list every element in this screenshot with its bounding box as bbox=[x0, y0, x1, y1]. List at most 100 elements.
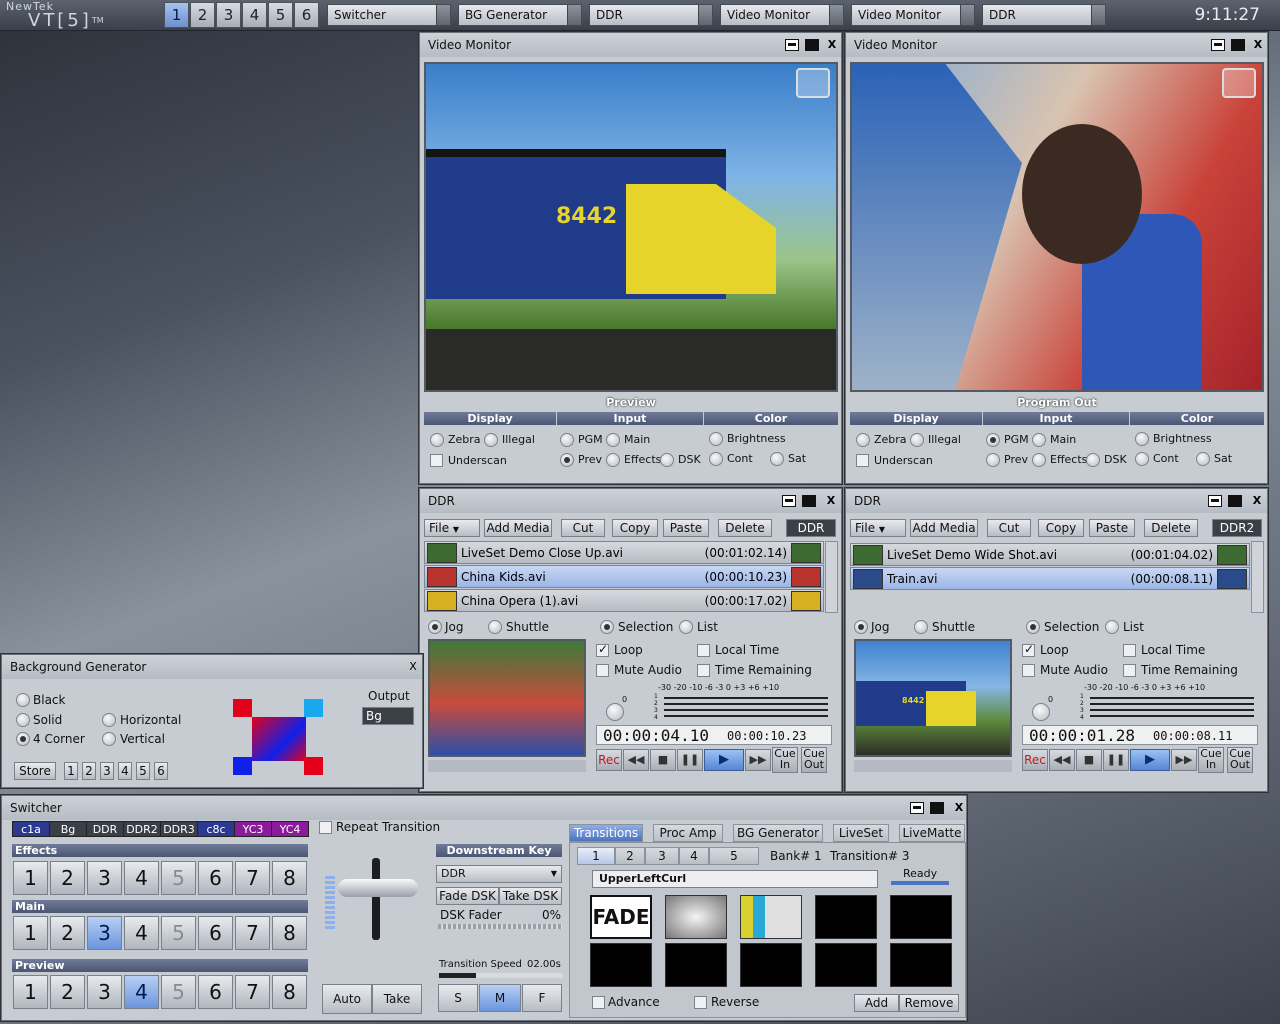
playlist-scrollbar[interactable] bbox=[1251, 541, 1264, 613]
main-2-button[interactable]: 2 bbox=[50, 916, 85, 950]
close-icon[interactable]: X bbox=[825, 39, 839, 51]
mute-audio-checkbox[interactable] bbox=[1022, 664, 1035, 677]
bank-5-button[interactable]: 5 bbox=[136, 762, 150, 780]
tab-liveset[interactable]: LiveSet bbox=[833, 824, 889, 842]
pause-icon[interactable]: ❚❚ bbox=[1103, 749, 1129, 771]
jog-radio[interactable] bbox=[854, 620, 868, 634]
brightness-knob[interactable] bbox=[1135, 432, 1149, 446]
selection-radio[interactable] bbox=[1026, 620, 1040, 634]
pgm-radio[interactable] bbox=[986, 433, 1000, 447]
shuttle-radio[interactable] bbox=[488, 620, 502, 634]
dsk-fader-slider[interactable] bbox=[438, 924, 562, 929]
maximize-icon[interactable] bbox=[805, 39, 819, 51]
black-radio[interactable] bbox=[16, 693, 30, 707]
preview-6-button[interactable]: 6 bbox=[198, 975, 233, 1009]
source-ddr[interactable]: DDR bbox=[86, 821, 124, 837]
playlist-scrollbar[interactable] bbox=[825, 541, 838, 613]
transition-tile-empty[interactable] bbox=[890, 895, 952, 939]
task-ddr-2[interactable]: DDR bbox=[982, 4, 1106, 26]
workspace-6-button[interactable]: 6 bbox=[294, 2, 319, 28]
cue-out-button[interactable]: Cue Out bbox=[801, 747, 827, 773]
solid-radio[interactable] bbox=[16, 713, 30, 727]
shuttle-radio[interactable] bbox=[914, 620, 928, 634]
source-ddr2[interactable]: DDR2 bbox=[123, 821, 161, 837]
speed-medium-button[interactable]: M bbox=[479, 984, 521, 1012]
preview-4-button[interactable]: 4 bbox=[124, 975, 159, 1009]
transition-tile-empty[interactable] bbox=[740, 943, 802, 987]
delete-button[interactable]: Delete bbox=[718, 519, 772, 537]
preview-1-button[interactable]: 1 bbox=[13, 975, 48, 1009]
delete-button[interactable]: Delete bbox=[1144, 519, 1198, 537]
audio-gain-knob[interactable] bbox=[1032, 703, 1050, 721]
bank-tab-1[interactable]: 1 bbox=[577, 847, 615, 865]
minimize-icon[interactable] bbox=[782, 495, 796, 507]
loop-checkbox[interactable] bbox=[596, 642, 609, 657]
transition-tile-empty[interactable] bbox=[815, 943, 877, 987]
prev-radio[interactable] bbox=[986, 453, 1000, 467]
bank-6-button[interactable]: 6 bbox=[154, 762, 168, 780]
transition-tile-empty[interactable] bbox=[590, 943, 652, 987]
contrast-knob[interactable] bbox=[1135, 452, 1149, 466]
source-c1a[interactable]: c1a bbox=[12, 821, 50, 837]
main-radio[interactable] bbox=[606, 433, 620, 447]
dsk-source-select[interactable]: DDR ▼ bbox=[436, 865, 562, 883]
file-menu[interactable]: File ▼ bbox=[850, 519, 906, 537]
effects-4-button[interactable]: 4 bbox=[124, 861, 159, 895]
preview-3-button[interactable]: 3 bbox=[87, 975, 122, 1009]
preview-5-button[interactable]: 5 bbox=[161, 975, 196, 1009]
preview-2-button[interactable]: 2 bbox=[50, 975, 85, 1009]
playlist-item[interactable]: LiveSet Demo Wide Shot.avi (00:01:04.02) bbox=[850, 543, 1250, 566]
illegal-radio[interactable] bbox=[484, 433, 498, 447]
record-button[interactable]: Rec bbox=[1022, 749, 1048, 771]
four-corner-radio[interactable] bbox=[16, 732, 30, 746]
cue-in-button[interactable]: Cue In bbox=[1198, 747, 1224, 773]
tab-proc-amp[interactable]: Proc Amp bbox=[653, 824, 723, 842]
dsk-radio[interactable] bbox=[1086, 453, 1100, 467]
horizontal-radio[interactable] bbox=[102, 713, 116, 727]
rewind-icon[interactable]: ◀◀ bbox=[623, 749, 649, 771]
underscan-checkbox[interactable] bbox=[430, 454, 443, 467]
play-icon[interactable]: ▶ bbox=[1130, 749, 1170, 771]
minimize-icon[interactable] bbox=[785, 39, 799, 51]
auto-button[interactable]: Auto bbox=[322, 984, 372, 1014]
minimize-icon[interactable] bbox=[1211, 39, 1225, 51]
remove-transition-button[interactable]: Remove bbox=[899, 994, 959, 1012]
cue-in-button[interactable]: Cue In bbox=[772, 747, 798, 773]
source-bg[interactable]: Bg bbox=[49, 821, 87, 837]
main-7-button[interactable]: 7 bbox=[235, 916, 270, 950]
source-c8c[interactable]: c8c bbox=[197, 821, 235, 837]
corner-color-top-left[interactable] bbox=[233, 699, 252, 717]
close-icon[interactable]: X bbox=[406, 661, 420, 673]
take-dsk-button[interactable]: Take DSK bbox=[499, 887, 562, 905]
play-icon[interactable]: ▶ bbox=[704, 749, 744, 771]
brightness-knob[interactable] bbox=[709, 432, 723, 446]
saturation-knob[interactable] bbox=[770, 452, 784, 466]
main-4-button[interactable]: 4 bbox=[124, 916, 159, 950]
mute-audio-checkbox[interactable] bbox=[596, 664, 609, 677]
saturation-knob[interactable] bbox=[1196, 452, 1210, 466]
playlist-item[interactable]: China Opera (1).avi (00:00:17.02) bbox=[424, 589, 824, 612]
underscan-checkbox[interactable] bbox=[856, 454, 869, 467]
preview-8-button[interactable]: 8 bbox=[272, 975, 307, 1009]
minimize-icon[interactable] bbox=[1208, 495, 1222, 507]
effects-8-button[interactable]: 8 bbox=[272, 861, 307, 895]
bank-1-button[interactable]: 1 bbox=[64, 762, 78, 780]
bank-2-button[interactable]: 2 bbox=[82, 762, 96, 780]
take-button[interactable]: Take bbox=[372, 984, 422, 1014]
ddr-scrub-bar[interactable] bbox=[428, 760, 586, 772]
effects-3-button[interactable]: 3 bbox=[87, 861, 122, 895]
bank-tab-4[interactable]: 4 bbox=[679, 847, 709, 865]
pause-icon[interactable]: ❚❚ bbox=[677, 749, 703, 771]
reverse-checkbox[interactable] bbox=[694, 996, 707, 1009]
output-select[interactable]: Bg bbox=[362, 707, 414, 725]
ddr-scrub-bar[interactable] bbox=[854, 760, 1012, 772]
add-transition-button[interactable]: Add bbox=[854, 994, 899, 1012]
main-8-button[interactable]: 8 bbox=[272, 916, 307, 950]
local-time-checkbox[interactable] bbox=[697, 644, 710, 657]
speed-slow-button[interactable]: S bbox=[438, 984, 478, 1012]
playlist-item-selected[interactable]: China Kids.avi (00:00:10.23) bbox=[424, 565, 824, 588]
cut-button[interactable]: Cut bbox=[987, 519, 1031, 537]
copy-button[interactable]: Copy bbox=[612, 519, 658, 537]
pgm-radio[interactable] bbox=[560, 433, 574, 447]
add-media-button[interactable]: Add Media bbox=[484, 519, 552, 537]
